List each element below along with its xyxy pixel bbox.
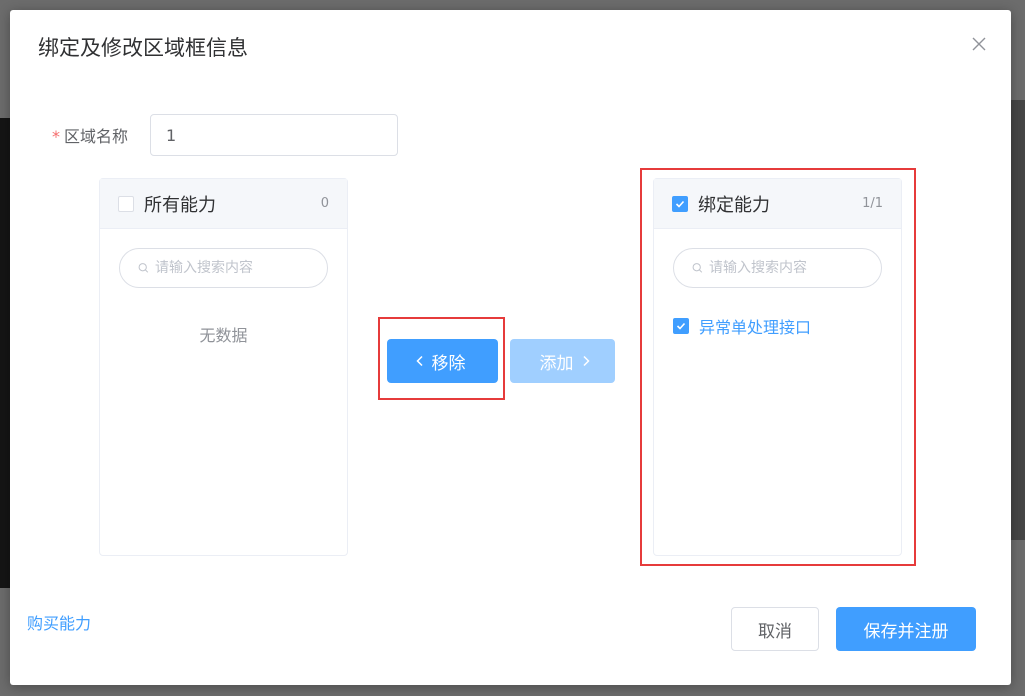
cancel-button[interactable]: 取消 xyxy=(731,607,819,651)
bound-abilities-search[interactable] xyxy=(673,248,882,288)
region-name-label: * 区域名称 xyxy=(52,123,150,147)
save-and-register-button[interactable]: 保存并注册 xyxy=(836,607,976,651)
list-item[interactable]: 异常单处理接口 xyxy=(654,314,901,338)
required-mark: * xyxy=(52,127,60,146)
bound-abilities-panel: 绑定能力 1/1 异常单处理接口 xyxy=(653,178,902,556)
all-abilities-panel: 所有能力 0 无数据 xyxy=(99,178,348,556)
empty-state-text: 无数据 xyxy=(199,326,248,345)
all-abilities-count: 0 xyxy=(320,196,329,211)
region-name-row: * 区域名称 xyxy=(52,114,398,156)
bound-abilities-select-all-checkbox[interactable] xyxy=(672,195,688,212)
check-icon xyxy=(676,322,686,330)
close-icon xyxy=(972,37,986,51)
bound-abilities-search-input[interactable] xyxy=(707,259,881,277)
remove-button[interactable]: 移除 xyxy=(387,339,498,383)
buy-abilities-link[interactable]: 购买能力 xyxy=(27,610,91,634)
region-name-input[interactable] xyxy=(150,114,398,156)
bound-abilities-title: 绑定能力 xyxy=(698,194,770,216)
bound-abilities-count: 1/1 xyxy=(862,196,883,211)
all-abilities-header: 所有能力 0 xyxy=(100,179,347,229)
dialog-title: 绑定及修改区域框信息 xyxy=(38,36,248,60)
add-button[interactable]: 添加 xyxy=(510,339,615,383)
all-abilities-title: 所有能力 xyxy=(144,194,216,216)
item-checkbox[interactable] xyxy=(673,318,689,334)
add-button-label: 添加 xyxy=(539,353,574,374)
remove-button-label: 移除 xyxy=(431,353,466,374)
bound-abilities-header: 绑定能力 1/1 xyxy=(654,179,901,229)
close-button[interactable] xyxy=(969,34,989,54)
search-icon xyxy=(692,263,703,273)
all-abilities-select-all-checkbox[interactable] xyxy=(118,195,134,212)
list-item-label: 异常单处理接口 xyxy=(699,318,812,337)
region-name-label-text: 区域名称 xyxy=(64,127,129,146)
search-icon xyxy=(138,263,149,273)
all-abilities-search-input[interactable] xyxy=(153,259,327,277)
all-abilities-search[interactable] xyxy=(119,248,328,288)
chevron-right-icon xyxy=(582,355,590,367)
check-icon xyxy=(675,200,685,208)
chevron-left-icon xyxy=(415,355,423,367)
